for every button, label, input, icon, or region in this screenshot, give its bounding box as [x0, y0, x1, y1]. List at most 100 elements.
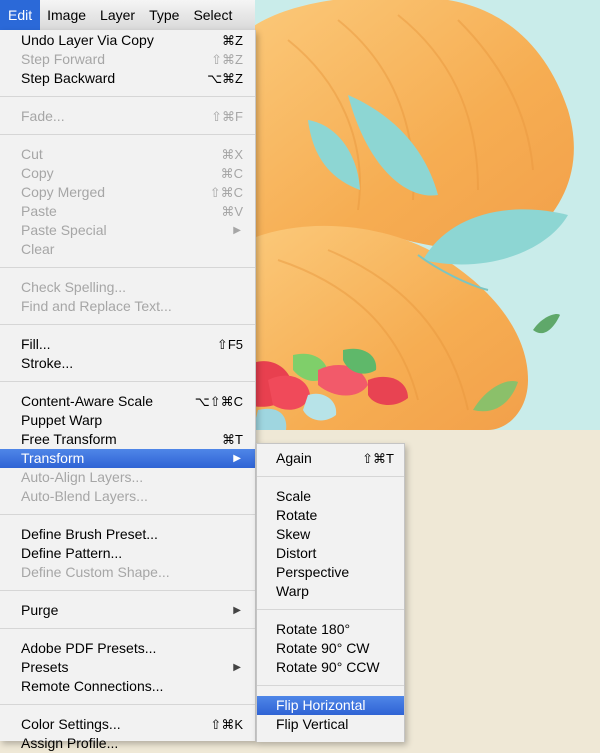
- menu-item-label: Find and Replace Text...: [21, 298, 172, 314]
- menu-item-label: Free Transform: [21, 431, 117, 447]
- menu-item-label: Adobe PDF Presets...: [21, 640, 157, 656]
- menu-item-label: Rotate 90° CW: [276, 640, 370, 656]
- menu-type[interactable]: Type: [142, 0, 186, 30]
- separator: [0, 590, 255, 591]
- menu-item-label: Distort: [276, 545, 317, 561]
- menu-item-color-settings[interactable]: Color Settings... ⇧⌘K: [0, 715, 255, 734]
- menu-item-fill[interactable]: Fill... ⇧F5: [0, 335, 255, 354]
- menu-item-purge[interactable]: Purge ▶: [0, 601, 255, 620]
- menu-item-label: Paste: [21, 203, 57, 219]
- separator: [257, 476, 404, 477]
- menu-item-label: Copy: [21, 165, 54, 181]
- menu-item-label: Purge: [21, 602, 59, 618]
- shortcut: ⇧⌘K: [210, 717, 243, 732]
- menu-item-label: Clear: [21, 241, 55, 257]
- menu-item-label: Scale: [276, 488, 312, 504]
- separator: [0, 134, 255, 135]
- menu-item-label: Cut: [21, 146, 43, 162]
- menu-item-pdf-presets[interactable]: Adobe PDF Presets...: [0, 639, 255, 658]
- menu-item-label: Auto-Align Layers...: [21, 469, 144, 485]
- menu-item-label: Again: [276, 450, 312, 466]
- menu-item-label: Color Settings...: [21, 716, 121, 732]
- shortcut: ⇧⌘T: [362, 451, 394, 466]
- menu-item-copy-merged: Copy Merged ⇧⌘C: [0, 183, 255, 202]
- menu-item-assign-profile[interactable]: Assign Profile...: [0, 734, 255, 753]
- shortcut: ⌘T: [222, 432, 243, 447]
- separator: [0, 96, 255, 97]
- menu-item-undo[interactable]: Undo Layer Via Copy ⌘Z: [0, 31, 255, 50]
- separator: [0, 324, 255, 325]
- menu-item-label: Puppet Warp: [21, 412, 103, 428]
- submenu-item-rotate[interactable]: Rotate: [257, 506, 404, 525]
- menu-item-content-aware-scale[interactable]: Content-Aware Scale ⌥⇧⌘C: [0, 392, 255, 411]
- menu-item-label: Transform: [21, 450, 85, 466]
- shortcut: ⌥⌘Z: [207, 71, 243, 86]
- menu-item-label: Undo Layer Via Copy: [21, 32, 154, 48]
- menu-item-fade: Fade... ⇧⌘F: [0, 107, 255, 126]
- menu-item-label: Skew: [276, 526, 311, 542]
- menu-edit[interactable]: Edit: [0, 0, 41, 30]
- shortcut: ⇧⌘F: [211, 109, 243, 124]
- menu-item-label: Fill...: [21, 336, 51, 352]
- shortcut: ⌘V: [221, 204, 243, 219]
- menu-item-stroke[interactable]: Stroke...: [0, 354, 255, 373]
- menu-item-remote-connections[interactable]: Remote Connections...: [0, 677, 255, 696]
- submenu-item-skew[interactable]: Skew: [257, 525, 404, 544]
- submenu-item-perspective[interactable]: Perspective: [257, 563, 404, 582]
- menu-item-label: Perspective: [276, 564, 350, 580]
- submenu-arrow-icon: ▶: [233, 453, 241, 464]
- menu-item-label: Assign Profile...: [21, 735, 119, 751]
- submenu-item-distort[interactable]: Distort: [257, 544, 404, 563]
- menu-item-label: Flip Horizontal: [276, 697, 366, 713]
- submenu-item-rotate-90-ccw[interactable]: Rotate 90° CCW: [257, 658, 404, 677]
- separator: [0, 628, 255, 629]
- menu-item-label: Fade...: [21, 108, 65, 124]
- menu-item-transform[interactable]: Transform ▶: [0, 449, 255, 468]
- submenu-arrow-icon: ▶: [233, 662, 241, 673]
- submenu-item-warp[interactable]: Warp: [257, 582, 404, 601]
- menu-item-label: Auto-Blend Layers...: [21, 488, 148, 504]
- artwork-illustration: [248, 0, 600, 430]
- menu-image[interactable]: Image: [40, 0, 93, 30]
- artwork-canvas[interactable]: [248, 0, 600, 430]
- menu-item-label: Rotate 180°: [276, 621, 351, 637]
- menu-item-clear: Clear: [0, 240, 255, 259]
- submenu-item-scale[interactable]: Scale: [257, 487, 404, 506]
- menu-item-label: Rotate 90° CCW: [276, 659, 380, 675]
- submenu-item-rotate-90-cw[interactable]: Rotate 90° CW: [257, 639, 404, 658]
- menu-bar: Edit Image Layer Type Select: [0, 0, 255, 31]
- menu-item-puppet-warp[interactable]: Puppet Warp: [0, 411, 255, 430]
- menu-item-label: Stroke...: [21, 355, 74, 371]
- edit-dropdown-menu: Undo Layer Via Copy ⌘Z Step Forward ⇧⌘Z …: [0, 30, 256, 751]
- shortcut: ⌘Z: [222, 33, 243, 48]
- menu-layer[interactable]: Layer: [93, 0, 142, 30]
- shortcut: ⇧F5: [216, 337, 243, 352]
- menu-item-define-pattern[interactable]: Define Pattern...: [0, 544, 255, 563]
- separator: [257, 609, 404, 610]
- menu-item-presets[interactable]: Presets ▶: [0, 658, 255, 677]
- menu-item-step-forward: Step Forward ⇧⌘Z: [0, 50, 255, 69]
- menu-item-label: Define Custom Shape...: [21, 564, 170, 580]
- menu-item-free-transform[interactable]: Free Transform ⌘T: [0, 430, 255, 449]
- menu-item-cut: Cut ⌘X: [0, 145, 255, 164]
- menu-select[interactable]: Select: [186, 0, 239, 30]
- menu-item-label: Paste Special: [21, 222, 107, 238]
- shortcut: ⇧⌘C: [209, 185, 243, 200]
- menu-item-check-spelling: Check Spelling...: [0, 278, 255, 297]
- menu-item-label: Warp: [276, 583, 309, 599]
- submenu-item-rotate-180[interactable]: Rotate 180°: [257, 620, 404, 639]
- menu-item-label: Content-Aware Scale: [21, 393, 154, 409]
- menu-item-step-backward[interactable]: Step Backward ⌥⌘Z: [0, 69, 255, 88]
- menu-item-copy: Copy ⌘C: [0, 164, 255, 183]
- submenu-item-flip-horizontal[interactable]: Flip Horizontal: [257, 696, 404, 715]
- submenu-item-flip-vertical[interactable]: Flip Vertical: [257, 715, 404, 734]
- menu-item-label: Define Pattern...: [21, 545, 123, 561]
- menu-item-define-brush[interactable]: Define Brush Preset...: [0, 525, 255, 544]
- separator: [257, 685, 404, 686]
- menu-item-label: Presets: [21, 659, 69, 675]
- menu-item-auto-align: Auto-Align Layers...: [0, 468, 255, 487]
- shortcut: ⌘X: [221, 147, 243, 162]
- submenu-arrow-icon: ▶: [233, 225, 241, 236]
- submenu-item-again[interactable]: Again ⇧⌘T: [257, 449, 404, 468]
- shortcut: ⌥⇧⌘C: [194, 394, 243, 409]
